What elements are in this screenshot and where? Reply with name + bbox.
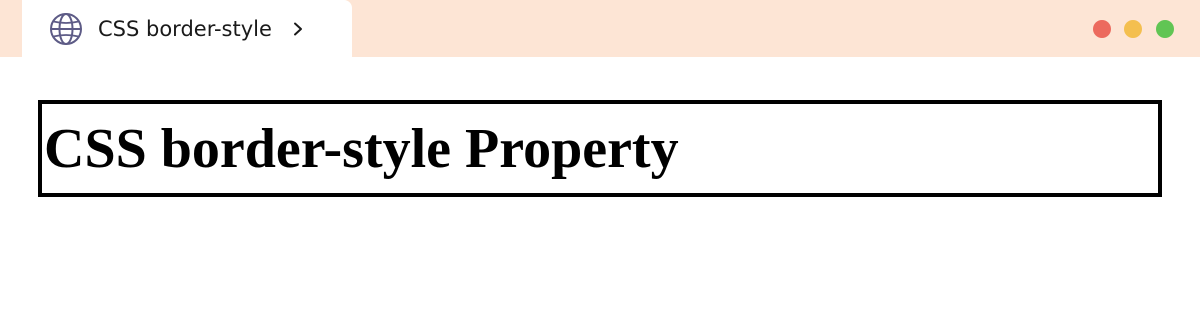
heading-border-box: CSS border-style Property [38, 100, 1162, 197]
browser-tab[interactable]: CSS border-style [22, 0, 352, 57]
tab-title: CSS border-style [98, 16, 272, 41]
chevron-right-icon[interactable] [290, 21, 306, 37]
globe-icon [48, 11, 84, 47]
close-window-button[interactable] [1093, 20, 1111, 38]
maximize-window-button[interactable] [1156, 20, 1174, 38]
page-heading: CSS border-style Property [44, 117, 679, 180]
browser-window: CSS border-style CSS border-style Proper… [0, 0, 1200, 324]
browser-titlebar: CSS border-style [0, 0, 1200, 57]
minimize-window-button[interactable] [1124, 20, 1142, 38]
page-content: CSS border-style Property [0, 57, 1200, 324]
